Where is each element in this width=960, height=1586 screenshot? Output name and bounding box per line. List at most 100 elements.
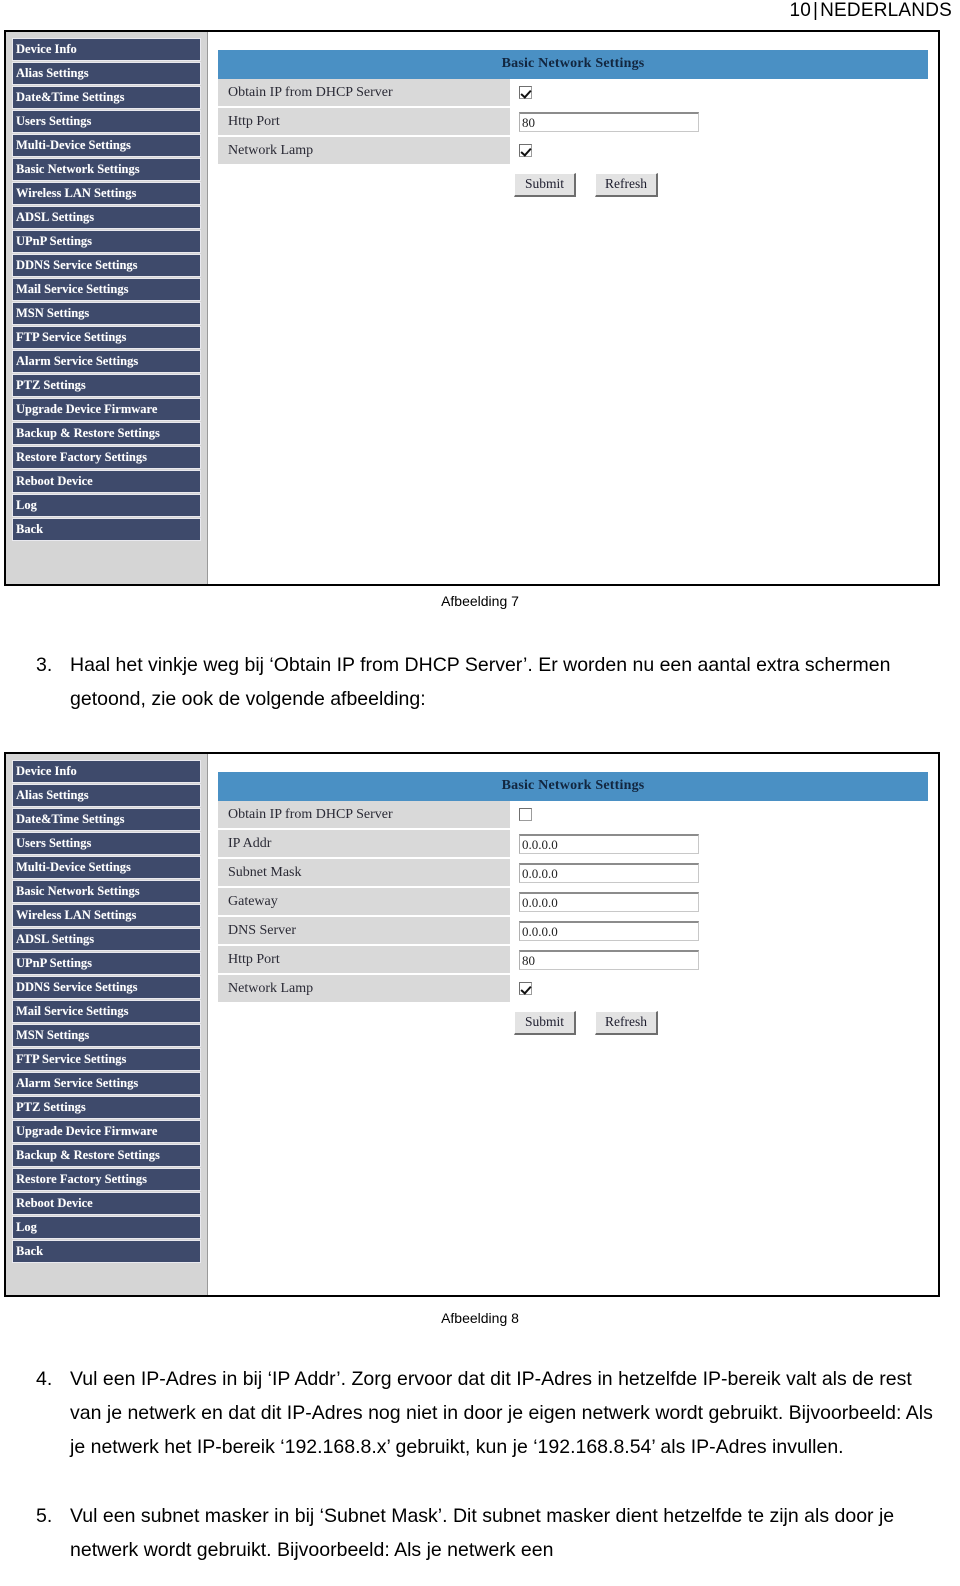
text-input[interactable]: 80	[519, 111, 699, 132]
sidebar-item-upnp-settings[interactable]: UPnP Settings	[12, 230, 201, 253]
sidebar-item-device-info[interactable]: Device Info	[12, 38, 201, 61]
camera-ui-main-figure8: Basic Network Settings Obtain IP from DH…	[208, 754, 938, 1295]
sidebar-item-mail-service-settings[interactable]: Mail Service Settings	[12, 278, 201, 301]
sidebar-item-ptz-settings[interactable]: PTZ Settings	[12, 374, 201, 397]
row-field: 0.0.0.0	[510, 830, 928, 857]
sidebar-item-ftp-service-settings[interactable]: FTP Service Settings	[12, 1048, 201, 1071]
settings-form-figure8: Obtain IP from DHCP Server IP Addr 0.0.0.0…	[218, 801, 928, 1004]
submit-button[interactable]: Submit	[514, 173, 576, 197]
page-header: 10 | NEDERLANDS	[789, 0, 952, 22]
sidebar-item-basic-network-settings[interactable]: Basic Network Settings	[12, 880, 201, 903]
checkbox-icon[interactable]	[519, 144, 532, 157]
camera-ui-sidebar-figure7: Device Info Alias Settings Date&Time Setti…	[6, 32, 208, 584]
step-3-text: Haal het vinkje weg bij ‘Obtain IP from …	[70, 654, 891, 710]
sidebar-item-ddns-service-settings[interactable]: DDNS Service Settings	[12, 976, 201, 999]
page-number: 10	[789, 0, 811, 21]
sidebar-item-mail-service-settings[interactable]: Mail Service Settings	[12, 1000, 201, 1023]
instruction-step-3: 3. Haal het vinkje weg bij ‘Obtain IP fr…	[28, 648, 948, 716]
settings-row: Network Lamp	[218, 975, 928, 1004]
sidebar-item-restore-factory-settings[interactable]: Restore Factory Settings	[12, 446, 201, 469]
sidebar-item-restore-factory-settings[interactable]: Restore Factory Settings	[12, 1168, 201, 1191]
figure-8-screenshot: Device Info Alias Settings Date&Time Setti…	[4, 752, 940, 1297]
sidebar-item-msn-settings[interactable]: MSN Settings	[12, 302, 201, 325]
sidebar-item-wireless-lan-settings[interactable]: Wireless LAN Settings	[12, 904, 201, 927]
sidebar-item-log[interactable]: Log	[12, 494, 201, 517]
settings-row: DNS Server 0.0.0.0	[218, 917, 928, 946]
sidebar-item-basic-network-settings[interactable]: Basic Network Settings	[12, 158, 201, 181]
figure-7-screenshot: Device Info Alias Settings Date&Time Setti…	[4, 30, 940, 586]
sidebar-item-back[interactable]: Back	[12, 518, 201, 541]
sidebar-item-wireless-lan-settings[interactable]: Wireless LAN Settings	[12, 182, 201, 205]
row-label: Http Port	[218, 946, 510, 973]
sidebar-item-ptz-settings[interactable]: PTZ Settings	[12, 1096, 201, 1119]
row-label: Subnet Mask	[218, 859, 510, 886]
settings-row: Network Lamp	[218, 137, 928, 166]
settings-row: Gateway 0.0.0.0	[218, 888, 928, 917]
sidebar-item-alias-settings[interactable]: Alias Settings	[12, 62, 201, 85]
text-input[interactable]: 0.0.0.0	[519, 891, 699, 912]
instruction-step-5: 5. Vul een subnet masker in bij ‘Subnet …	[28, 1499, 948, 1567]
sidebar-item-alias-settings[interactable]: Alias Settings	[12, 784, 201, 807]
row-field	[510, 79, 928, 106]
sidebar-item-back[interactable]: Back	[12, 1240, 201, 1263]
sidebar-item-backup-restore-settings[interactable]: Backup & Restore Settings	[12, 422, 201, 445]
text-input[interactable]: 0.0.0.0	[519, 862, 699, 883]
sidebar-item-upnp-settings[interactable]: UPnP Settings	[12, 952, 201, 975]
row-label: Http Port	[218, 108, 510, 135]
row-label: Network Lamp	[218, 975, 510, 1002]
settings-row: Obtain IP from DHCP Server	[218, 79, 928, 108]
text-input[interactable]: 80	[519, 949, 699, 970]
sidebar-item-log[interactable]: Log	[12, 1216, 201, 1239]
text-input[interactable]: 0.0.0.0	[519, 833, 699, 854]
header-section-label: NEDERLANDS	[820, 0, 952, 21]
row-label: Network Lamp	[218, 137, 510, 164]
sidebar-item-alarm-service-settings[interactable]: Alarm Service Settings	[12, 1072, 201, 1095]
sidebar-item-upgrade-device-firmware[interactable]: Upgrade Device Firmware	[12, 1120, 201, 1143]
settings-row: IP Addr 0.0.0.0	[218, 830, 928, 859]
step-4-number: 4.	[36, 1368, 53, 1390]
camera-ui-sidebar-figure8: Device Info Alias Settings Date&Time Setti…	[6, 754, 208, 1295]
sidebar-item-ddns-service-settings[interactable]: DDNS Service Settings	[12, 254, 201, 277]
step-3-number: 3.	[36, 654, 53, 676]
sidebar-item-adsl-settings[interactable]: ADSL Settings	[12, 928, 201, 951]
sidebar-item-backup-restore-settings[interactable]: Backup & Restore Settings	[12, 1144, 201, 1167]
form-buttons-figure7: Submit Refresh	[218, 166, 928, 197]
sidebar-item-reboot-device[interactable]: Reboot Device	[12, 1192, 201, 1215]
row-field: 80	[510, 946, 928, 973]
sidebar-item-multi-device-settings[interactable]: Multi-Device Settings	[12, 134, 201, 157]
sidebar-item-ftp-service-settings[interactable]: FTP Service Settings	[12, 326, 201, 349]
camera-ui-main-figure7: Basic Network Settings Obtain IP from DH…	[208, 32, 938, 584]
row-field	[510, 137, 928, 164]
row-field: 0.0.0.0	[510, 888, 928, 915]
settings-row: Obtain IP from DHCP Server	[218, 801, 928, 830]
row-label: Gateway	[218, 888, 510, 915]
row-field: 0.0.0.0	[510, 859, 928, 886]
row-field: 0.0.0.0	[510, 917, 928, 944]
sidebar-item-adsl-settings[interactable]: ADSL Settings	[12, 206, 201, 229]
refresh-button[interactable]: Refresh	[595, 1011, 658, 1035]
refresh-button[interactable]: Refresh	[595, 173, 658, 197]
sidebar-item-users-settings[interactable]: Users Settings	[12, 832, 201, 855]
sidebar-item-device-info[interactable]: Device Info	[12, 760, 201, 783]
sidebar-item-msn-settings[interactable]: MSN Settings	[12, 1024, 201, 1047]
sidebar-item-date-time-settings[interactable]: Date&Time Settings	[12, 86, 201, 109]
basic-network-settings-panel-figure8: Basic Network Settings Obtain IP from DH…	[218, 772, 928, 1035]
text-input[interactable]: 0.0.0.0	[519, 920, 699, 941]
sidebar-item-reboot-device[interactable]: Reboot Device	[12, 470, 201, 493]
step-5-text: Vul een subnet masker in bij ‘Subnet Mas…	[70, 1505, 895, 1561]
checkbox-icon[interactable]	[519, 808, 532, 821]
checkbox-icon[interactable]	[519, 982, 532, 995]
form-buttons-figure8: Submit Refresh	[218, 1004, 928, 1035]
document-page: 10 | NEDERLANDS Device Info Alias Settings D…	[0, 0, 960, 1586]
sidebar-item-alarm-service-settings[interactable]: Alarm Service Settings	[12, 350, 201, 373]
sidebar-item-upgrade-device-firmware[interactable]: Upgrade Device Firmware	[12, 398, 201, 421]
sidebar-item-date-time-settings[interactable]: Date&Time Settings	[12, 808, 201, 831]
figure-8-caption: Afbeelding 8	[441, 1310, 519, 1326]
sidebar-item-users-settings[interactable]: Users Settings	[12, 110, 201, 133]
step-4-text: Vul een IP-Adres in bij ‘IP Addr’. Zorg …	[70, 1368, 933, 1458]
basic-network-settings-panel-figure7: Basic Network Settings Obtain IP from DH…	[218, 50, 928, 197]
row-label: IP Addr	[218, 830, 510, 857]
sidebar-item-multi-device-settings[interactable]: Multi-Device Settings	[12, 856, 201, 879]
submit-button[interactable]: Submit	[514, 1011, 576, 1035]
checkbox-icon[interactable]	[519, 86, 532, 99]
